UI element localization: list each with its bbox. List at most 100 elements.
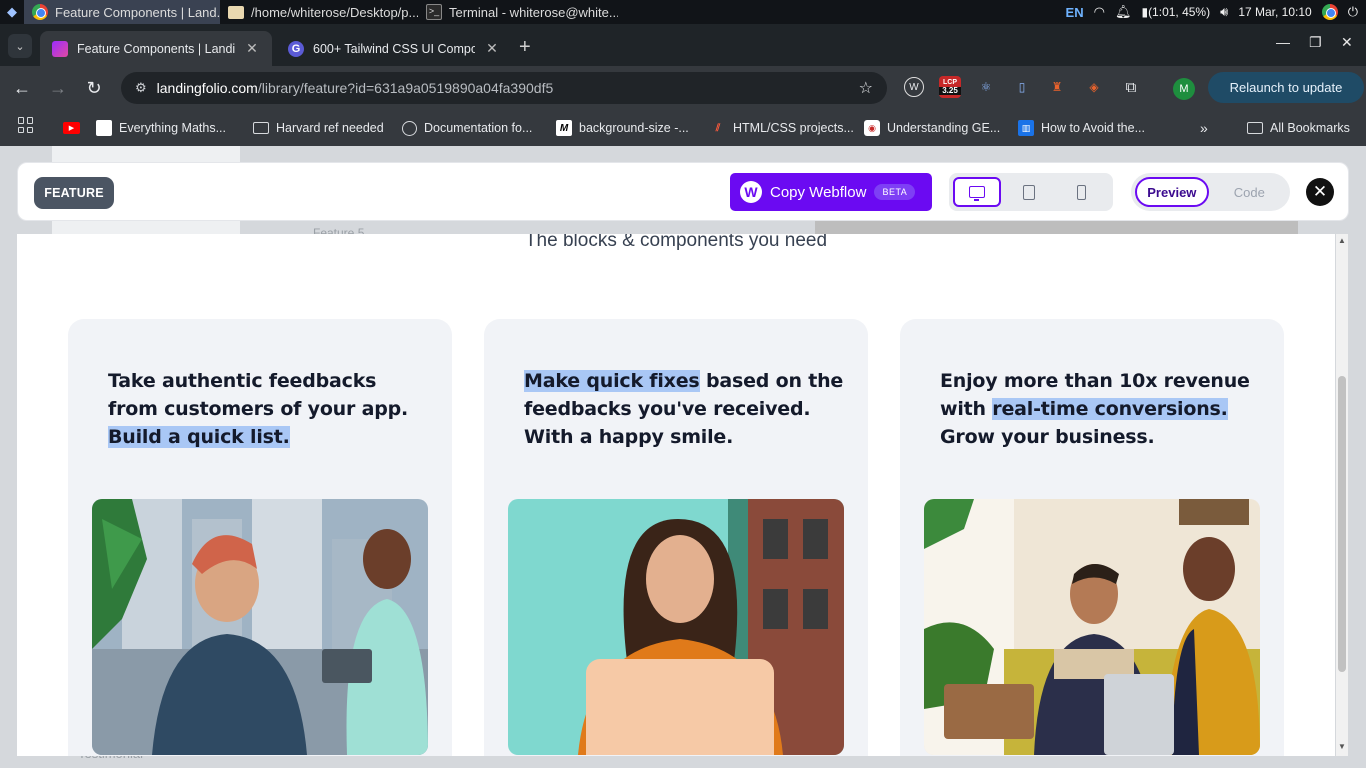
more-bookmarks-chevron-icon[interactable]: » bbox=[1200, 118, 1208, 138]
bookmark-label: Documentation fo... bbox=[424, 121, 533, 135]
react-devtools-icon[interactable]: ⚛ bbox=[976, 77, 996, 97]
tablet-view-button[interactable] bbox=[1005, 177, 1053, 207]
tablet-icon bbox=[1023, 184, 1035, 200]
browser-toolbar: ← → ↻ ⚙ landingfolio.com/library/feature… bbox=[0, 66, 1366, 110]
lcp-extension-icon[interactable]: LCP 3.25 bbox=[939, 76, 961, 98]
landingfolio-favicon-icon bbox=[52, 40, 68, 57]
folder-icon bbox=[228, 5, 244, 19]
all-bookmarks[interactable]: All Bookmarks bbox=[1247, 118, 1350, 138]
clock[interactable]: 17 Mar, 10:10 bbox=[1238, 5, 1311, 19]
new-tab-plus-icon[interactable]: + bbox=[519, 37, 531, 57]
card-text-highlight: Make quick fixes bbox=[524, 370, 700, 392]
bookmark-label: Understanding GE... bbox=[887, 121, 1001, 135]
tab-title: 600+ Tailwind CSS UI Compon bbox=[313, 41, 475, 56]
tab-strip: ⌄ Feature Components | Landi ✕ G 600+ Ta… bbox=[0, 24, 1366, 66]
forward-arrow-icon[interactable]: → bbox=[46, 76, 70, 100]
preview-tab[interactable]: Preview bbox=[1135, 177, 1209, 207]
g-favicon-icon: G bbox=[288, 40, 304, 57]
feature-card-text: Enjoy more than 10x revenue with real-ti… bbox=[940, 367, 1260, 451]
preview-scrollbar[interactable]: ▲ ▼ bbox=[1336, 234, 1348, 756]
webflow-logo-icon: W bbox=[740, 181, 762, 203]
document-extension-icon[interactable]: ▯ bbox=[1012, 77, 1032, 97]
bookmark-item[interactable]: M background-size -... bbox=[556, 118, 689, 138]
tab-close-icon[interactable]: ✕ bbox=[244, 40, 260, 57]
scrollbar-thumb[interactable] bbox=[1338, 376, 1346, 672]
close-window-icon[interactable]: ✕ bbox=[1341, 34, 1353, 51]
taskbar-item-label: Feature Components | Land... bbox=[55, 4, 220, 20]
card-text-highlight: real-time conversions. bbox=[992, 398, 1228, 420]
scroll-down-arrow-icon[interactable]: ▼ bbox=[1337, 742, 1347, 751]
beta-badge: BETA bbox=[874, 184, 916, 200]
power-icon[interactable]: ⏻ bbox=[1348, 4, 1358, 20]
feature-card-text: Take authentic feedbacks from customers … bbox=[108, 367, 428, 451]
volume-icon[interactable]: 🔊︎ bbox=[1220, 4, 1228, 20]
minimize-icon[interactable]: — bbox=[1276, 34, 1290, 50]
copy-webflow-button[interactable]: W Copy Webflow BETA bbox=[730, 173, 932, 211]
folder-icon bbox=[253, 122, 269, 134]
component-preview: The blocks & components you need Take au… bbox=[17, 234, 1335, 756]
extension-orange-icon[interactable]: ♜ bbox=[1047, 77, 1067, 97]
generic-site-icon: ◉ bbox=[864, 120, 880, 136]
os-taskbar: ◆ Feature Components | Land... /home/whi… bbox=[0, 0, 1366, 24]
scroll-up-arrow-icon[interactable]: ▲ bbox=[1337, 236, 1347, 245]
tab-feature-components[interactable]: Feature Components | Landi ✕ bbox=[40, 31, 272, 66]
code-tab[interactable]: Code bbox=[1213, 177, 1286, 207]
tab-search-chevron-icon[interactable]: ⌄ bbox=[8, 34, 32, 58]
close-modal-icon[interactable]: ✕ bbox=[1306, 178, 1334, 206]
battery-status[interactable]: ▮(1:01, 45%) bbox=[1141, 5, 1210, 19]
bookmark-item[interactable]: ⫽ HTML/CSS projects... bbox=[710, 118, 854, 138]
metamask-fox-icon[interactable]: ◈ bbox=[1084, 77, 1104, 97]
folder-icon bbox=[1247, 122, 1263, 134]
taskbar-item-label: Terminal - whiterose@white... bbox=[449, 4, 618, 20]
lcp-value: 3.25 bbox=[939, 87, 961, 95]
trello-icon: ▥ bbox=[1018, 120, 1034, 136]
notification-bell-icon[interactable]: 🔔︎ bbox=[1115, 4, 1132, 20]
taskbar-item-chrome[interactable]: Feature Components | Land... bbox=[24, 0, 220, 24]
feature-card-photo bbox=[92, 499, 428, 755]
globe-icon bbox=[402, 120, 417, 136]
relaunch-to-update-button[interactable]: Relaunch to update bbox=[1208, 72, 1364, 103]
wifi-icon[interactable]: ◠ bbox=[1094, 4, 1105, 20]
feature-card-photo bbox=[508, 499, 844, 755]
keyboard-layout[interactable]: EN bbox=[1066, 5, 1084, 20]
restore-icon[interactable]: ❐ bbox=[1309, 34, 1322, 51]
mobile-view-button[interactable] bbox=[1057, 177, 1105, 207]
phone-icon bbox=[1076, 184, 1086, 200]
url-text[interactable]: landingfolio.com/library/feature?id=631a… bbox=[157, 80, 859, 96]
taskbar-item-terminal[interactable]: >_ Terminal - whiterose@white... bbox=[418, 0, 618, 24]
bookmark-item[interactable]: Everything Maths... bbox=[96, 118, 226, 138]
taskbar-item-files[interactable]: /home/whiterose/Desktop/p... bbox=[220, 0, 418, 24]
reload-icon[interactable]: ↻ bbox=[82, 76, 106, 100]
bookmark-label: HTML/CSS projects... bbox=[733, 121, 854, 135]
wappalyzer-extension-icon[interactable]: W bbox=[904, 77, 924, 97]
battery-text: (1:01, 45%) bbox=[1148, 5, 1211, 19]
site-info-icon[interactable]: ⚙ bbox=[135, 80, 147, 96]
terminal-icon: >_ bbox=[426, 4, 442, 20]
bookmark-star-icon[interactable]: ☆ bbox=[859, 78, 873, 98]
bookmark-item[interactable]: ◉ Understanding GE... bbox=[864, 118, 1000, 138]
apps-grid-icon[interactable] bbox=[18, 117, 34, 133]
tab-tailwind-components[interactable]: G 600+ Tailwind CSS UI Compon ✕ bbox=[276, 31, 512, 66]
bookmark-folder[interactable]: Harvard ref needed bbox=[253, 118, 384, 138]
card-text-part: Take authentic feedbacks from customers … bbox=[108, 370, 409, 420]
tab-title: Feature Components | Landi bbox=[77, 41, 235, 56]
app-launcher-icon[interactable]: ◆ bbox=[0, 0, 24, 24]
extensions-puzzle-icon[interactable]: ⧉ bbox=[1121, 77, 1141, 97]
tab-close-icon[interactable]: ✕ bbox=[484, 40, 500, 57]
profile-avatar[interactable]: M bbox=[1173, 78, 1195, 100]
bookmark-label: How to Avoid the... bbox=[1041, 121, 1145, 135]
chrome-icon bbox=[32, 4, 48, 20]
card-text-part: Grow your business. bbox=[940, 426, 1155, 448]
bookmark-item[interactable]: ▥ How to Avoid the... bbox=[1018, 118, 1145, 138]
desktop-view-button[interactable] bbox=[953, 177, 1001, 207]
url-domain: landingfolio.com bbox=[156, 80, 258, 96]
chrome-tray-icon[interactable] bbox=[1321, 4, 1338, 20]
url-path: /library/feature?id=631a9a0519890a04fa39… bbox=[257, 80, 554, 96]
card-text-highlight: Build a quick list. bbox=[108, 426, 290, 448]
feature-card: Make quick fixes based on the feedbacks … bbox=[484, 319, 868, 756]
bookmark-item[interactable]: Documentation fo... bbox=[402, 118, 532, 138]
bookmark-youtube[interactable]: ▶ bbox=[63, 118, 80, 138]
back-arrow-icon[interactable]: ← bbox=[10, 76, 34, 100]
background-preview-strip bbox=[815, 221, 1298, 234]
address-bar[interactable]: ⚙ landingfolio.com/library/feature?id=63… bbox=[121, 72, 887, 104]
